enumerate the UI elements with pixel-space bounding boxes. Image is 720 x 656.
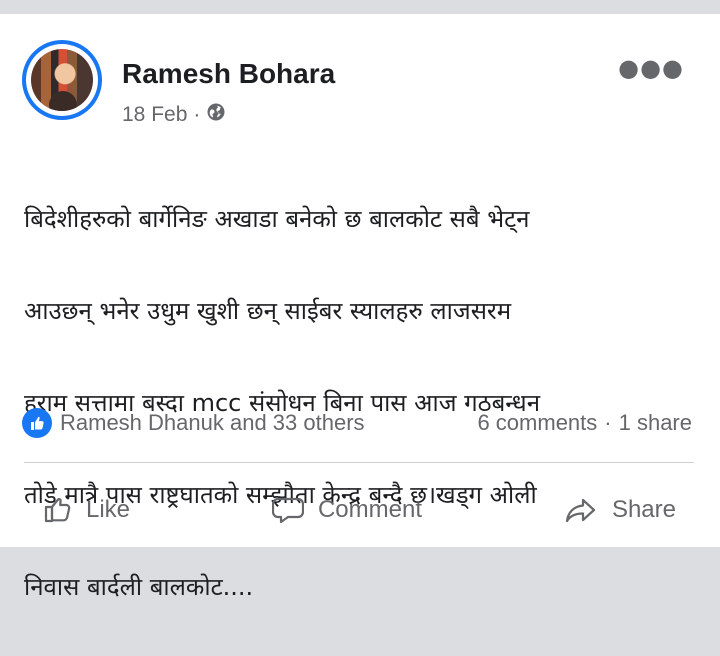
thumbs-up-icon — [42, 495, 72, 525]
comment-label: Comment — [317, 496, 422, 523]
author-name[interactable]: Ramesh Bohara — [122, 58, 335, 90]
like-button[interactable]: Like — [24, 490, 148, 530]
post-meta: 18 Feb · — [122, 102, 226, 128]
like-reaction-icon — [22, 408, 52, 438]
avatar[interactable] — [22, 40, 102, 120]
like-label: Like — [86, 496, 131, 523]
share-label: Share — [611, 496, 676, 523]
post-date[interactable]: 18 Feb — [122, 103, 187, 127]
avatar-ring — [26, 44, 98, 116]
post-actions: Like Comment Share — [24, 490, 694, 530]
share-button[interactable]: Share — [546, 490, 694, 530]
post-text: बिदेशीहरुको बार्गेनिङ अखाडा बनेको छ बालक… — [24, 150, 692, 656]
reaction-summary[interactable]: Ramesh Dhanuk and 33 others — [22, 406, 365, 440]
post-card: Ramesh Bohara 18 Feb · ●●● बिदेशीहरुको ब… — [0, 14, 720, 601]
comment-icon — [271, 495, 304, 525]
shares-count[interactable]: 1 share — [619, 406, 692, 440]
globe-icon — [206, 102, 226, 128]
meta-separator: · — [193, 103, 201, 126]
reaction-text: Ramesh Dhanuk and 33 others — [60, 410, 365, 435]
more-options-icon[interactable]: ●●● — [618, 56, 684, 80]
share-icon — [564, 495, 598, 525]
count-separator: · — [604, 410, 612, 435]
post-line: निवास बार्दली बालकोट.... — [24, 573, 254, 601]
comments-count[interactable]: 6 comments — [477, 406, 597, 440]
actions-divider — [24, 462, 694, 463]
avatar-photo — [31, 49, 93, 111]
engagement-counts: 6 comments · 1 share — [477, 406, 692, 440]
comment-button[interactable]: Comment — [254, 490, 440, 530]
post-header: Ramesh Bohara 18 Feb · ●●● — [22, 40, 698, 126]
post-stats: Ramesh Dhanuk and 33 others 6 comments ·… — [22, 406, 694, 440]
post-line: आउछन् भनेर उधुम खुशी छन् साईबर स्यालहरु … — [24, 297, 512, 325]
post-line: बिदेशीहरुको बार्गेनिङ अखाडा बनेको छ बालक… — [24, 205, 530, 233]
